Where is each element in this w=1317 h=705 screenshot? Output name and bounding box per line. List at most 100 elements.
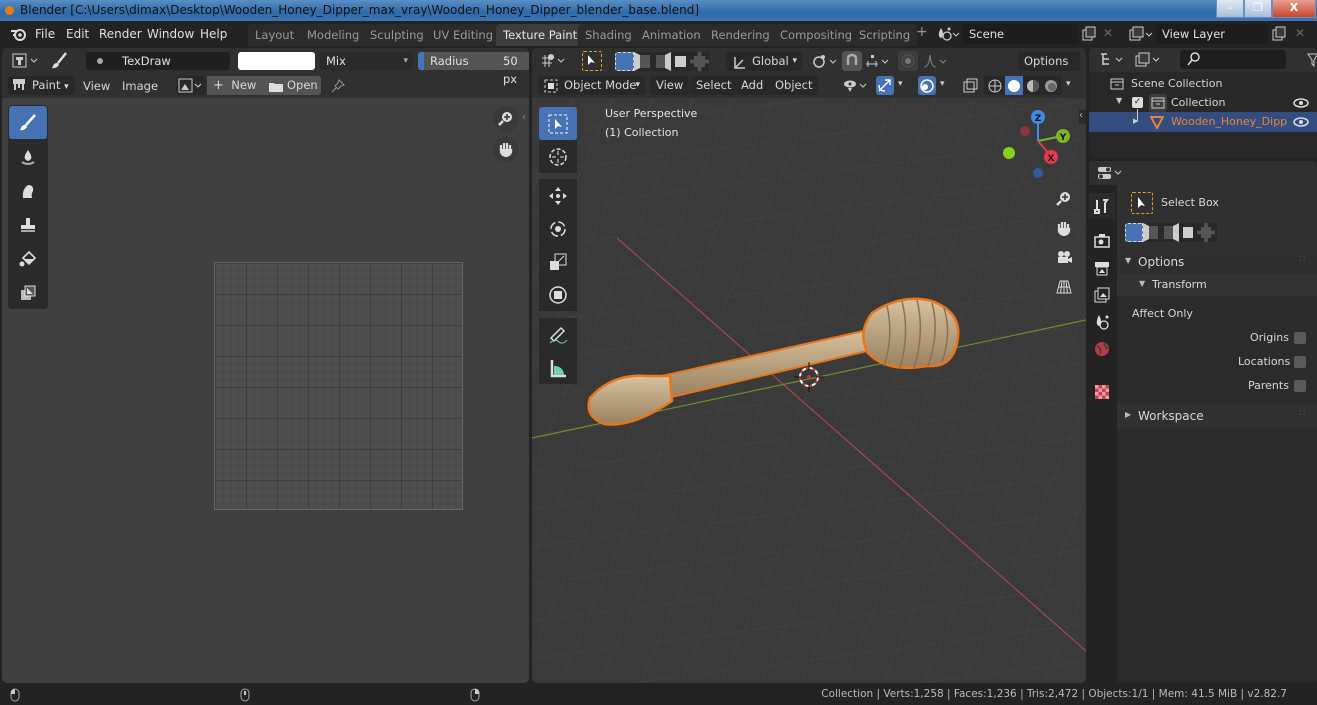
display-mode-icon[interactable] [1134, 52, 1162, 68]
add-workspace-button[interactable]: + [916, 24, 928, 40]
remove-view-layer-icon[interactable]: ✕ [1295, 26, 1305, 40]
mode-intersect-button[interactable] [1197, 223, 1215, 242]
expand-arrow-icon[interactable]: ▼ [1116, 96, 1122, 105]
outliner-search-input[interactable] [1180, 50, 1286, 69]
blend-mode-select[interactable]: Mix ▾ [320, 52, 413, 70]
overlay-toggle[interactable] [918, 76, 936, 95]
tool-fill[interactable] [9, 242, 47, 275]
mode-set-button[interactable] [615, 52, 634, 71]
close-button[interactable]: X [1272, 0, 1316, 18]
minimize-button[interactable]: – [1216, 0, 1244, 18]
menu-view[interactable]: View [650, 76, 690, 95]
locations-checkbox[interactable] [1294, 356, 1306, 368]
overlay-dropdown-chevron-icon[interactable]: ▾ [940, 79, 945, 89]
brush-name-field[interactable]: TexDraw [86, 52, 230, 70]
shading-dropdown-chevron-icon[interactable]: ▾ [1066, 79, 1071, 89]
tool-draw[interactable] [9, 106, 47, 139]
navigation-gizmo[interactable]: Z Y X [1000, 108, 1086, 183]
drag-handle-icon[interactable]: ∷ [1299, 408, 1305, 419]
editor-type-icon[interactable] [1097, 165, 1125, 181]
menu-add[interactable]: Add [735, 76, 770, 95]
sidebar-toggle-icon[interactable]: ‹ [522, 112, 526, 123]
workspace-panel-header[interactable]: ▶ Workspace ∷ [1117, 404, 1317, 428]
mode-invert-button[interactable] [1179, 223, 1197, 242]
tool-cursor[interactable] [539, 140, 577, 173]
gizmo-toggle[interactable] [876, 76, 894, 95]
blender-logo-icon[interactable] [10, 27, 26, 41]
mode-extend-button[interactable] [633, 52, 653, 71]
tab-render[interactable] [1089, 228, 1115, 254]
maximize-button[interactable]: ❐ [1244, 0, 1272, 18]
menu-image[interactable]: Image [122, 79, 158, 93]
tab-texture[interactable] [1089, 379, 1115, 405]
tool-smear[interactable] [9, 174, 47, 207]
mode-subtract-button[interactable] [652, 52, 672, 71]
new-scene-icon[interactable] [1081, 26, 1097, 42]
snap-target-icon[interactable] [864, 52, 894, 70]
negative-x-axis-icon[interactable] [1020, 126, 1030, 136]
tab-uv-editing[interactable]: UV Editing [426, 24, 500, 46]
mode-intersect-button[interactable] [690, 52, 709, 71]
pan-view-button[interactable] [1051, 215, 1077, 241]
filter-icon[interactable] [1307, 53, 1317, 67]
drag-handle-icon[interactable]: ∷ [1299, 254, 1305, 265]
menu-file[interactable]: File [35, 27, 55, 41]
brush-preview-icon[interactable] [97, 58, 103, 64]
view-layer-icon[interactable] [1128, 26, 1154, 42]
viewport-scene[interactable] [532, 98, 1086, 683]
camera-view-button[interactable] [1051, 245, 1077, 271]
transform-subpanel-header[interactable]: ▼ Transform [1117, 274, 1317, 296]
expand-arrow-icon[interactable]: ▶ [1133, 117, 1138, 125]
image-browse-button[interactable] [176, 76, 206, 95]
tab-rendering[interactable]: Rendering [704, 24, 777, 46]
outliner-row-scene-collection[interactable]: Scene Collection [1089, 74, 1317, 94]
sidebar-toggle-icon[interactable]: ‹ [1079, 110, 1086, 124]
eye-icon[interactable] [1293, 97, 1309, 109]
tool-select-box[interactable] [539, 107, 577, 140]
menu-help[interactable]: Help [200, 27, 227, 41]
tab-modeling[interactable]: Modeling [300, 24, 367, 46]
tool-clone[interactable] [9, 208, 47, 241]
tab-animation[interactable]: Animation [635, 24, 708, 46]
rendered-shading-icon[interactable] [1043, 78, 1059, 94]
select-box-tool-button[interactable] [582, 51, 602, 71]
menu-render[interactable]: Render [99, 27, 142, 41]
mode-subtract-button[interactable] [1161, 223, 1179, 242]
material-shading-icon[interactable] [1025, 78, 1041, 94]
negative-z-axis-icon[interactable] [1033, 168, 1043, 178]
tab-layout[interactable]: Layout [248, 24, 302, 46]
radius-slider[interactable]: Radius 50 px [418, 52, 529, 86]
mode-extend-button[interactable] [1143, 223, 1161, 242]
tab-output[interactable] [1089, 255, 1115, 281]
origins-checkbox[interactable] [1294, 332, 1306, 344]
xray-toggle-icon[interactable] [962, 77, 980, 95]
zoom-view-button[interactable] [493, 106, 519, 132]
pin-icon[interactable] [330, 78, 346, 94]
tool-transform[interactable] [539, 278, 577, 311]
mode-set-button[interactable] [1125, 223, 1143, 242]
options-dropdown[interactable]: Options ▾ [1018, 52, 1080, 87]
new-view-layer-icon[interactable] [1271, 26, 1287, 42]
select-box-tool-icon[interactable] [1131, 192, 1153, 214]
tool-mask[interactable] [9, 276, 47, 309]
menu-object[interactable]: Object [769, 76, 819, 95]
scene-selector[interactable]: Scene [963, 24, 1079, 44]
tool-annotate[interactable] [539, 318, 577, 351]
tab-scene[interactable] [1089, 309, 1115, 335]
editor-type-icon[interactable] [1099, 52, 1127, 68]
pan-view-button[interactable] [493, 136, 519, 162]
pivot-point-icon[interactable] [810, 52, 840, 70]
perspective-toggle-button[interactable] [1051, 274, 1077, 300]
tab-compositing[interactable]: Compositing [773, 24, 860, 46]
tool-rotate[interactable] [539, 212, 577, 245]
negative-y-axis-icon[interactable] [1003, 147, 1015, 159]
options-panel-header[interactable]: ▼ Options ∷ [1117, 250, 1317, 274]
zoom-view-button[interactable] [1051, 186, 1077, 212]
tab-texture-paint[interactable]: Texture Paint [496, 24, 585, 46]
gizmo-dropdown-chevron-icon[interactable]: ▾ [898, 79, 903, 89]
outliner-row-honey-dipper[interactable]: ▶ Wooden_Honey_Dipper_max_vray [1089, 109, 1317, 132]
tool-soften[interactable] [9, 140, 47, 173]
eye-icon[interactable] [1293, 116, 1309, 128]
editor-type-icon[interactable] [12, 53, 40, 69]
tool-move[interactable] [539, 179, 577, 212]
